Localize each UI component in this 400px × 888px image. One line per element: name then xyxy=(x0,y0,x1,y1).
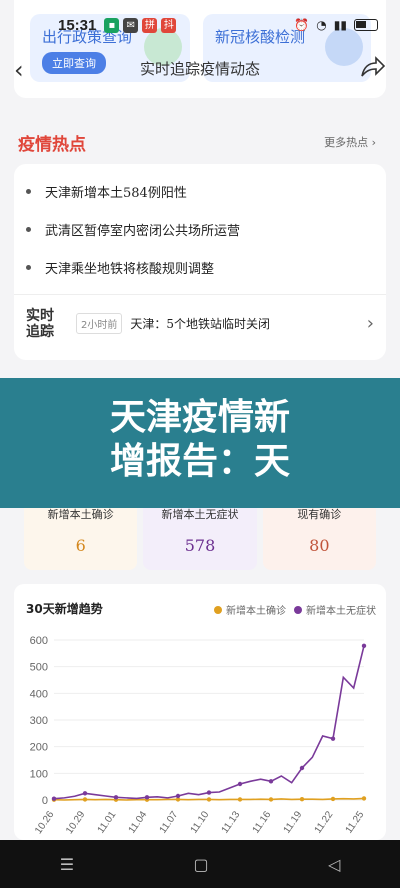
hot-news-item[interactable]: 天津新增本土584例阳性 xyxy=(14,172,386,210)
alarm-icon: ⏰ xyxy=(294,18,310,32)
share-icon[interactable] xyxy=(360,56,386,82)
chart-title: 30天新增趋势 xyxy=(26,602,103,616)
back-nav-icon[interactable]: ◁ xyxy=(328,855,340,874)
more-hot-link[interactable]: 更多热点 › xyxy=(324,134,376,150)
realtime-logo: 实时 追踪 xyxy=(26,307,54,340)
battery-icon xyxy=(354,19,378,31)
chevron-right-icon: › xyxy=(366,313,374,334)
data-point xyxy=(268,779,274,784)
stat-current-confirmed: 现有确诊 80 xyxy=(262,500,376,570)
x-tick-label: 11.04 xyxy=(127,809,150,836)
x-tick-label: 11.16 xyxy=(251,809,274,836)
y-tick-label: 500 xyxy=(30,662,48,674)
hot-news-item[interactable]: 武清区暂停室内密闭公共场所运营 xyxy=(14,210,386,248)
data-point xyxy=(144,795,150,800)
notification-icon: ▪ xyxy=(104,17,120,33)
legend-confirmed[interactable]: 新增本土确诊 xyxy=(214,602,286,617)
x-tick-label: 11.13 xyxy=(220,809,243,836)
wifi-icon: ◔ xyxy=(316,18,327,32)
realtime-headline: 天津：5个地铁站临时关闭 xyxy=(130,317,271,331)
x-tick-label: 11.07 xyxy=(158,809,181,836)
hot-news-item[interactable]: 天津乘坐地铁将核酸规则调整 xyxy=(14,248,386,286)
data-point xyxy=(361,643,367,649)
x-tick-label: 10.29 xyxy=(64,809,88,836)
y-tick-label: 200 xyxy=(30,742,48,754)
overlay-line: 增报告：天 xyxy=(109,441,290,482)
home-icon[interactable]: ▢ xyxy=(193,855,208,874)
data-point xyxy=(206,797,212,802)
y-tick-label: 0 xyxy=(42,795,48,807)
hot-news-section: 疫情热点 更多热点 › 天津新增本土584例阳性 武清区暂停室内密闭公共场所运营… xyxy=(14,116,386,360)
system-nav-bar: ☰ ▢ ◁ xyxy=(0,840,400,888)
menu-icon[interactable]: ☰ xyxy=(60,855,74,874)
data-point xyxy=(361,796,367,801)
x-tick-label: 11.10 xyxy=(189,809,212,836)
x-tick-label: 11.19 xyxy=(282,809,305,836)
data-point xyxy=(237,781,243,787)
hot-news-list: 天津新增本土584例阳性 武清区暂停室内密闭公共场所运营 天津乘坐地铁将核酸规则… xyxy=(14,164,386,360)
realtime-tracking-row[interactable]: 实时 追踪 2小时前 天津：5个地铁站临时关闭 › xyxy=(14,294,386,352)
data-point xyxy=(175,793,181,799)
data-point xyxy=(82,791,88,796)
back-icon[interactable]: ‹ xyxy=(14,56,24,84)
trend-chart: 0 100 200 300 400 500 600 10.26 10.29 11.01 11.04 1… xyxy=(30,635,367,836)
notification-icon: 抖 xyxy=(161,17,177,33)
x-tick-label: 11.01 xyxy=(96,809,119,836)
x-tick-label: 10.26 xyxy=(33,809,57,836)
time-ago-badge: 2小时前 xyxy=(76,313,123,334)
data-point xyxy=(237,797,243,802)
data-point xyxy=(330,736,336,741)
data-point xyxy=(299,765,305,771)
data-point xyxy=(330,796,336,802)
y-tick-label: 600 xyxy=(30,635,48,647)
page-title: 实时追踪疫情动态 xyxy=(139,60,260,78)
y-tick-label: 400 xyxy=(30,688,48,700)
data-point xyxy=(51,796,57,801)
status-time: 15:31 xyxy=(58,16,97,34)
data-point xyxy=(113,795,119,800)
stat-new-asymptomatic: 新增本土无症状 578 xyxy=(143,500,257,570)
x-tick-label: 11.25 xyxy=(344,809,367,836)
notification-icon: 拼 xyxy=(142,17,158,33)
y-tick-label: 300 xyxy=(30,715,48,727)
data-point xyxy=(206,790,212,795)
notification-icon: ✉ xyxy=(123,17,139,33)
data-point xyxy=(268,797,274,802)
status-bar: 15:31 ▪ ✉ 拼 抖 ⏰ ◔ ▮▮ xyxy=(0,10,400,40)
data-point xyxy=(299,797,305,802)
data-point xyxy=(82,797,88,802)
legend-asymptomatic[interactable]: 新增本土无症状 xyxy=(294,602,376,617)
chart-legend: 新增本土确诊 新增本土无症状 xyxy=(214,602,376,617)
signal-icon: ▮▮ xyxy=(333,18,347,32)
x-tick-label: 11.22 xyxy=(313,809,336,836)
series-line xyxy=(53,645,365,800)
overlay-line: 天津疫情新 xyxy=(109,397,290,438)
y-tick-label: 100 xyxy=(30,768,48,780)
headline-overlay: 天津疫情新 增报告：天 xyxy=(0,378,400,508)
stat-new-confirmed: 新增本土确诊 6 xyxy=(24,500,138,570)
trend-chart-card: 0 100 200 300 400 500 600 10.26 10.29 11.01 11.04 1… xyxy=(14,584,386,840)
hot-news-title: 疫情热点 xyxy=(18,135,86,155)
stats-row: 新增本土确诊 6 新增本土无症状 578 现有确诊 80 xyxy=(24,500,376,570)
